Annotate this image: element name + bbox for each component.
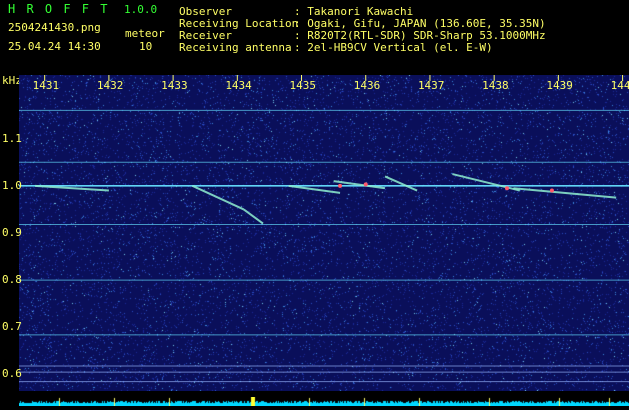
meteor-echo xyxy=(452,173,521,192)
y-tick-label: 1.1 xyxy=(2,131,22,145)
receiver-value: : R820T2(RTL-SDR) SDR-Sharp 53.1000MHz xyxy=(294,29,546,42)
observation-datetime: 25.04.24 14:30 xyxy=(8,40,101,53)
x-tick-label: 1440 xyxy=(610,79,629,92)
antenna-label: Receiving antenna xyxy=(179,41,292,54)
echo-hotspot xyxy=(363,182,368,187)
receiver-label: Receiver xyxy=(179,29,232,42)
meteor-echo xyxy=(513,187,617,199)
meteor-echo xyxy=(288,184,341,194)
y-tick-label: 1.0 xyxy=(2,178,22,192)
y-tick-label: 0.9 xyxy=(2,226,22,239)
image-filename: 2504241430.png xyxy=(8,21,101,34)
meteor-echo xyxy=(384,175,418,192)
spectrogram-overlay xyxy=(19,75,629,383)
observer-label: Observer xyxy=(179,5,232,18)
location-label: Receiving Location xyxy=(179,17,299,30)
x-tick-label: 1439 xyxy=(546,79,573,92)
x-tick-label: 1433 xyxy=(161,79,188,92)
meteor-echo xyxy=(243,208,264,225)
y-tick-label: 0.6 xyxy=(2,367,22,381)
spectrogram-plot xyxy=(19,75,629,391)
y-tick-label: 0.8 xyxy=(2,273,22,287)
x-tick-label: 1435 xyxy=(289,79,317,92)
meteor-echo xyxy=(191,184,245,211)
echo-hotspot xyxy=(505,186,509,191)
mode-value: 10 xyxy=(139,40,153,53)
observer-value: : Takanori Kawachi xyxy=(294,5,414,18)
mode-label: meteor xyxy=(125,27,165,40)
signal-level-bars xyxy=(19,397,629,406)
x-tick-label: 1434 xyxy=(225,79,252,92)
echo-hotspot xyxy=(338,183,343,188)
x-tick-label: 1432 xyxy=(96,79,124,92)
antenna-value: : 2el-HB9CV Vertical (el. E-W) xyxy=(294,41,493,54)
location-value: : Ogaki, Gifu, JAPAN (136.60E, 35.35N) xyxy=(294,17,546,30)
x-tick-label: 1431 xyxy=(32,79,60,92)
echo-hotspot xyxy=(549,188,554,193)
signal-level-strip xyxy=(19,391,629,406)
app-name: H R O F F T xyxy=(8,2,110,16)
x-tick-label: 1438 xyxy=(482,79,509,92)
x-tick-label: 1437 xyxy=(417,79,445,92)
x-tick-label: 1436 xyxy=(353,79,381,92)
app-version: 1.0.0 xyxy=(124,3,158,16)
y-tick-label: 0.7 xyxy=(2,320,22,334)
